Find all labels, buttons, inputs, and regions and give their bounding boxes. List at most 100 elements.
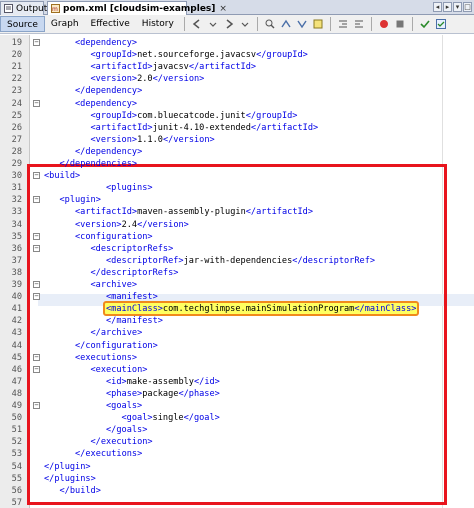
code-line[interactable]: 50 <goal>single</goal> xyxy=(0,412,474,424)
xml-tag: </archive> xyxy=(90,328,143,339)
fold-toggle-icon[interactable]: − xyxy=(33,99,40,107)
xml-tag: </configuration> xyxy=(75,340,158,351)
down-arrow-icon[interactable] xyxy=(206,17,220,31)
record-macro-icon[interactable] xyxy=(377,17,391,31)
code-line[interactable]: 36 − <descriptorRefs> xyxy=(0,243,474,255)
xml-text: single xyxy=(152,413,184,424)
xml-text: javacsv xyxy=(152,62,189,73)
forward-icon[interactable] xyxy=(222,17,236,31)
shift-left-icon[interactable] xyxy=(336,17,350,31)
tab-history[interactable]: History xyxy=(136,16,180,32)
xml-tag: </groupId> xyxy=(256,50,308,61)
code-line[interactable]: 22 <version>2.0</version> xyxy=(0,73,474,85)
output-icon xyxy=(4,4,13,13)
code-text: </plugins> xyxy=(44,473,96,485)
fold-toggle-icon[interactable]: − xyxy=(33,402,40,409)
fold-toggle-icon[interactable]: − xyxy=(33,365,40,373)
code-line[interactable]: 47 <id>make-assembly</id> xyxy=(0,376,474,388)
stop-macro-icon[interactable] xyxy=(393,17,407,31)
code-line[interactable]: 23 </dependency> xyxy=(0,85,474,97)
tab-effective[interactable]: Effective xyxy=(85,16,136,32)
validate-xml-icon[interactable] xyxy=(434,17,448,31)
fold-toggle-icon[interactable]: − xyxy=(33,353,40,361)
code-line[interactable]: 46 − <execution> xyxy=(0,364,474,376)
down-arrow-icon[interactable] xyxy=(238,17,252,31)
code-line[interactable]: 42 </manifest> xyxy=(0,315,474,327)
code-line[interactable]: 48 <phase>package</phase> xyxy=(0,388,474,400)
code-line[interactable]: 38 </descriptorRefs> xyxy=(0,267,474,279)
line-number: 57 xyxy=(11,497,22,508)
xml-tag: </descriptorRefs> xyxy=(90,267,179,278)
code-line[interactable]: 49 − <goals> xyxy=(0,400,474,412)
fold-toggle-icon[interactable]: − xyxy=(33,281,40,288)
xml-tag: <plugins> xyxy=(106,183,153,194)
line-number: 50 xyxy=(11,413,22,424)
fold-toggle-icon[interactable]: − xyxy=(33,244,40,252)
line-number: 41 xyxy=(11,304,22,315)
fold-toggle-icon[interactable]: − xyxy=(33,196,40,204)
tab-source[interactable]: Source xyxy=(0,16,45,32)
maximize-icon[interactable]: □ xyxy=(463,2,472,12)
xml-text: com.techglimpse.mainSimulationProgram xyxy=(162,304,355,315)
code-line[interactable]: 45 − <executions> xyxy=(0,352,474,364)
back-icon[interactable] xyxy=(190,17,204,31)
xml-tag: <configuration> xyxy=(75,231,153,242)
code-line[interactable]: 21 <artifactId>javacsv</artifactId> xyxy=(0,61,474,73)
code-editor[interactable]: 19− <dependency> 20 <groupId>net.sourceforg… xyxy=(0,35,474,508)
code-line[interactable]: 19 − <dependency> xyxy=(0,37,474,49)
code-line[interactable]: 28 </dependency> xyxy=(0,146,474,158)
code-line[interactable]: 54 </plugin> xyxy=(0,461,474,473)
check-xml-icon[interactable] xyxy=(418,17,432,31)
fold-toggle-icon[interactable]: − xyxy=(33,232,40,240)
code-line[interactable]: 37 <descriptorRef>jar-with-dependencies</… xyxy=(0,255,474,267)
xml-tag: </artifactId> xyxy=(245,207,314,218)
code-line[interactable]: 39 − <archive> xyxy=(0,279,474,291)
code-text: </build> xyxy=(60,485,101,497)
code-line[interactable]: 55 </plugins> xyxy=(0,473,474,485)
line-number: 37 xyxy=(11,255,22,266)
code-line[interactable]: 20 <groupId>net.sourceforge.javacsv</grou… xyxy=(0,49,474,61)
code-line[interactable]: 43 </archive> xyxy=(0,327,474,339)
code-line[interactable]: 34 <version>2.4</version> xyxy=(0,219,474,231)
code-line[interactable]: 40 − <manifest> xyxy=(0,291,474,303)
code-line[interactable]: 35 − <configuration> xyxy=(0,231,474,243)
fold-toggle-icon[interactable]: − xyxy=(33,172,40,180)
code-line[interactable]: 44 </configuration> xyxy=(0,340,474,352)
shift-right-icon[interactable] xyxy=(352,17,366,31)
code-text: <descriptorRefs> xyxy=(91,243,174,255)
fold-toggle-icon[interactable]: − xyxy=(33,39,40,46)
code-line[interactable]: 24 − <dependency> xyxy=(0,98,474,110)
xml-tag: </artifactId> xyxy=(250,122,319,133)
line-number: 44 xyxy=(11,340,22,351)
code-line[interactable]: 53 </executions> xyxy=(0,448,474,460)
tab-pom-xml[interactable]: m pom.xml [cloudsim-examples] × xyxy=(47,1,227,15)
code-line[interactable]: 31 <plugins> xyxy=(0,182,474,194)
scroll-right-icon[interactable]: ▸ xyxy=(443,2,452,12)
code-text: <descriptorRef>jar-with-dependencies</de… xyxy=(106,255,375,267)
find-selection-icon[interactable] xyxy=(295,17,309,31)
code-line[interactable]: 25 <groupId>com.bluecatcode.junit</groupI… xyxy=(0,110,474,122)
code-line[interactable]: 33 <artifactId>maven-assembly-plugin</art… xyxy=(0,206,474,218)
toggle-highlight-icon[interactable] xyxy=(311,17,325,31)
find-previous-icon[interactable] xyxy=(263,17,277,31)
code-line[interactable]: 41 <mainClass>com.techglimpse.mainSimulat… xyxy=(0,303,474,315)
code-line[interactable]: 51 </goals> xyxy=(0,424,474,436)
code-line[interactable]: 32 − <plugin> xyxy=(0,194,474,206)
tab-list-icon[interactable]: ▾ xyxy=(453,2,462,12)
code-line[interactable]: 57 xyxy=(0,497,474,508)
code-line[interactable]: 30 − <build> xyxy=(0,170,474,182)
xml-tag: <build> xyxy=(44,171,81,182)
code-text: <archive> xyxy=(91,279,138,291)
tab-output[interactable]: Output × xyxy=(0,1,59,15)
close-icon[interactable]: × xyxy=(219,4,227,14)
code-line[interactable]: 52 </execution> xyxy=(0,436,474,448)
code-line[interactable]: 29 </dependencies> xyxy=(0,158,474,170)
code-line[interactable]: 27 <version>1.1.0</version> xyxy=(0,134,474,146)
code-line[interactable]: 56 </build> xyxy=(0,485,474,497)
code-text: <plugin> xyxy=(60,194,101,206)
find-next-icon[interactable] xyxy=(279,17,293,31)
scroll-left-icon[interactable]: ◂ xyxy=(433,2,442,12)
tab-graph[interactable]: Graph xyxy=(45,16,85,32)
code-line[interactable]: 26 <artifactId>junit-4.10-extended</artif… xyxy=(0,122,474,134)
fold-toggle-icon[interactable]: − xyxy=(33,293,40,301)
